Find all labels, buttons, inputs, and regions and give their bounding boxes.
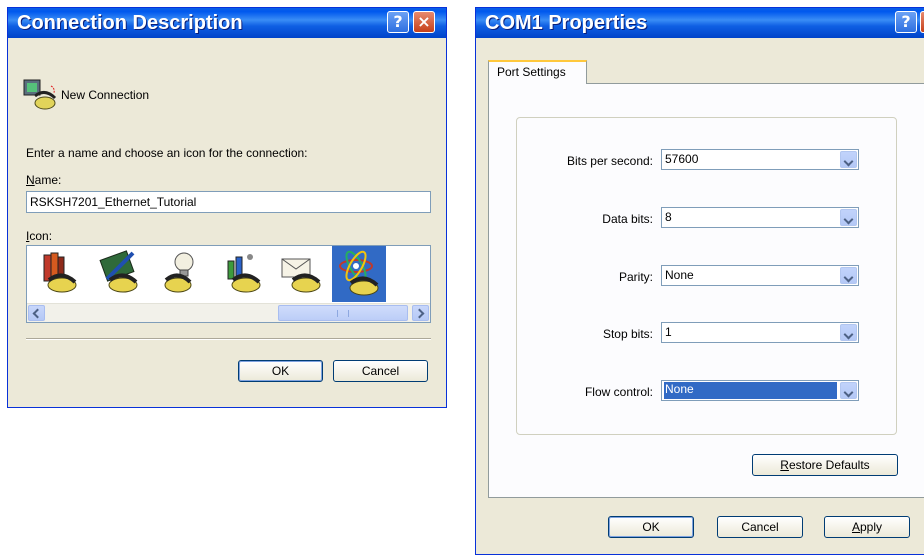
- chevron-down-icon[interactable]: [840, 267, 857, 284]
- icon-picker[interactable]: [26, 245, 431, 323]
- atom-phone-icon[interactable]: [332, 246, 386, 302]
- connection-name-label: New Connection: [61, 88, 150, 102]
- dialog-title: Connection Description: [17, 12, 243, 34]
- ok-button[interactable]: OK: [608, 516, 694, 538]
- parity-label: Parity:: [618, 270, 653, 284]
- title-bar[interactable]: Connection Description ? ×: [8, 8, 446, 38]
- title-bar[interactable]: COM1 Properties ? ×: [476, 8, 924, 38]
- name-field-value: RSKSH7201_Ethernet_Tutorial: [30, 195, 197, 209]
- separator: [26, 338, 431, 340]
- chevron-down-icon[interactable]: [840, 209, 857, 226]
- close-button[interactable]: ×: [413, 11, 435, 33]
- grip-icon: [337, 310, 349, 317]
- parity-select[interactable]: None: [661, 265, 859, 286]
- select-value: 57600: [665, 152, 699, 166]
- cancel-button[interactable]: Cancel: [717, 516, 803, 538]
- help-button[interactable]: ?: [387, 11, 409, 33]
- chevron-down-icon[interactable]: [840, 151, 857, 168]
- help-button[interactable]: ?: [895, 11, 917, 33]
- bits-per-second-select[interactable]: 57600: [661, 149, 859, 170]
- pen-phone-icon[interactable]: [97, 249, 143, 295]
- restore-defaults-button[interactable]: Restore Defaults: [752, 454, 898, 476]
- scroll-right-button[interactable]: [412, 305, 429, 321]
- chevron-right-icon: [414, 308, 425, 319]
- com1-properties-dialog: COM1 Properties ? × Port Settings Bits p…: [475, 7, 924, 555]
- restore-defaults-label: Restore Defaults: [780, 458, 870, 472]
- close-button[interactable]: ×: [920, 11, 924, 33]
- select-value: 8: [665, 210, 672, 224]
- stop-bits-label: Stop bits:: [602, 327, 653, 341]
- ok-button[interactable]: OK: [238, 360, 323, 382]
- select-value: 1: [665, 325, 672, 339]
- lightbulb-phone-icon[interactable]: [158, 249, 204, 295]
- stop-bits-select[interactable]: 1: [661, 322, 859, 343]
- tab-page: Bits per second: 57600 Data bits: 8 Pari…: [488, 83, 924, 498]
- data-bits-label: Data bits:: [602, 212, 653, 226]
- bits-per-second-label: Bits per second:: [566, 154, 653, 168]
- dialog-title: COM1 Properties: [485, 12, 648, 34]
- name-field[interactable]: RSKSH7201_Ethernet_Tutorial: [26, 191, 431, 213]
- flow-control-select[interactable]: None: [661, 380, 859, 401]
- chevron-left-icon: [32, 308, 43, 319]
- tab-label: Port Settings: [497, 65, 566, 79]
- apply-label: Apply: [851, 520, 883, 534]
- name-label: Name:: [26, 173, 62, 187]
- chevron-down-icon[interactable]: [840, 324, 857, 341]
- tab-port-settings[interactable]: Port Settings: [488, 60, 587, 84]
- scroll-thumb[interactable]: [278, 305, 408, 321]
- select-value: None: [665, 268, 694, 282]
- data-bits-select[interactable]: 8: [661, 207, 859, 228]
- flow-control-label: Flow control:: [584, 385, 653, 399]
- books-phone-icon[interactable]: [36, 249, 82, 295]
- chemistry-phone-icon[interactable]: [220, 249, 266, 295]
- chevron-down-icon[interactable]: [840, 382, 857, 399]
- envelope-phone-icon[interactable]: [278, 249, 324, 295]
- new-connection-icon: [23, 79, 57, 110]
- connection-description-dialog: Connection Description ? × New Connectio…: [7, 7, 447, 408]
- cancel-button[interactable]: Cancel: [333, 360, 428, 382]
- apply-button[interactable]: Apply: [824, 516, 910, 538]
- horizontal-scrollbar[interactable]: [27, 303, 430, 322]
- icon-label: Icon:: [26, 229, 53, 243]
- scroll-left-button[interactable]: [28, 305, 45, 321]
- instruction-text: Enter a name and choose an icon for the …: [26, 146, 308, 160]
- select-value: None: [664, 382, 837, 399]
